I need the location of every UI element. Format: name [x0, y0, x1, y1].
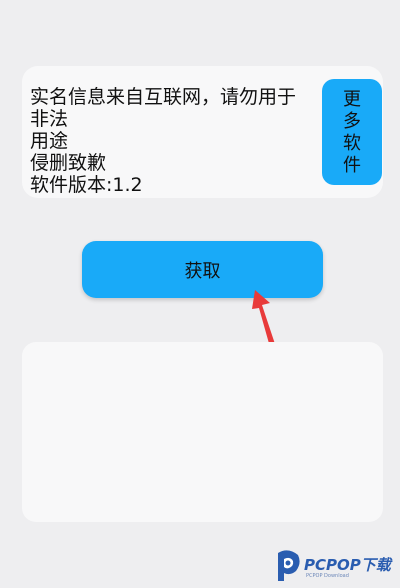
pcpop-logo-icon	[278, 550, 300, 581]
info-line-version: 软件版本:1.2	[30, 174, 143, 196]
more-software-button[interactable]: 更 多 软 件	[322, 79, 382, 185]
info-line-disclaimer-cont: 用途	[30, 130, 69, 152]
get-button[interactable]: 获取	[82, 241, 323, 298]
more-software-char: 多	[343, 111, 361, 131]
info-line-apology: 侵删致歉	[30, 152, 107, 174]
result-output-box	[22, 342, 383, 522]
watermark-brand: PCPOP下载	[304, 556, 391, 574]
info-text: 实名信息来自互联网，请勿用于非法 用途 侵删致歉 软件版本:1.2	[30, 86, 314, 196]
watermark-sub: PCPOP Download	[306, 573, 349, 579]
more-software-char: 更	[343, 89, 361, 109]
more-software-char: 软	[343, 133, 361, 153]
info-line-disclaimer: 实名信息来自互联网，请勿用于非法	[30, 86, 297, 130]
info-card: 实名信息来自互联网，请勿用于非法 用途 侵删致歉 软件版本:1.2 更 多 软 …	[22, 66, 383, 198]
pcpop-watermark: PCPOP下载 PCPOP Download	[274, 549, 398, 585]
more-software-label: 更 多 软 件	[343, 88, 361, 176]
more-software-char: 件	[343, 155, 361, 175]
